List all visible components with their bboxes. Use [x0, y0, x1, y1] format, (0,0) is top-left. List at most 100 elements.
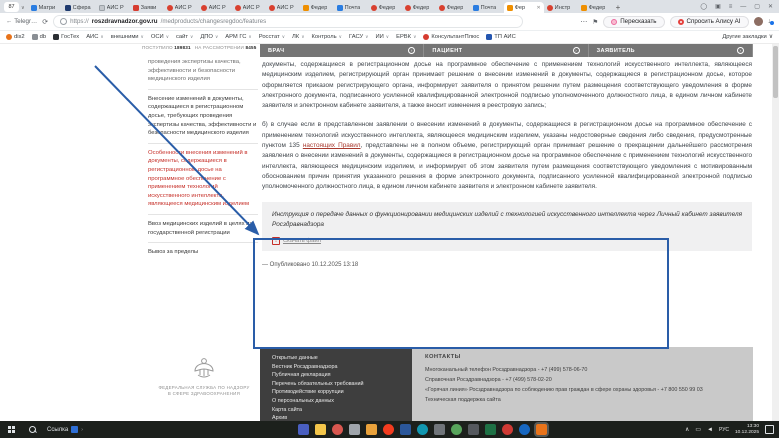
browser-tab[interactable]: Федер: [402, 2, 436, 13]
start-button[interactable]: [8, 426, 15, 433]
sidebar-item[interactable]: Вывоз за пределы: [148, 242, 258, 262]
footer-link[interactable]: О персональных данных: [272, 397, 400, 406]
browser-panels-icon[interactable]: ▣: [715, 3, 721, 10]
notifications-icon[interactable]: [765, 425, 774, 434]
profile-avatar[interactable]: [753, 17, 763, 26]
bookmark-item[interactable]: db: [31, 34, 46, 40]
bookmark-item[interactable]: Контроль ∨: [311, 34, 341, 40]
bookmark-item[interactable]: АИС ∨: [86, 34, 104, 40]
folder-window-icon[interactable]: [366, 424, 377, 435]
bookmark-item[interactable]: Росстат ∨: [259, 34, 285, 40]
sidebar-item[interactable]: Внесение изменений в документы, содержащ…: [148, 88, 258, 143]
footer-link[interactable]: Открытые данные: [272, 354, 400, 363]
browser-tab[interactable]: АИС Р: [198, 2, 232, 13]
downloads-icon[interactable]: ↓: [768, 18, 774, 25]
bookmark-flag-icon[interactable]: ⚑: [592, 18, 598, 26]
browser-profile-icon[interactable]: ◯: [700, 3, 707, 10]
bookmark-item[interactable]: ГАСУ ∨: [349, 34, 368, 40]
browser-tab[interactable]: Почта: [334, 2, 368, 13]
chrome-icon[interactable]: [451, 424, 462, 435]
bookmark-item[interactable]: ДПО ∨: [200, 34, 218, 40]
browser-tab[interactable]: Матри: [28, 2, 62, 13]
browser-tab[interactable]: АИС Р: [266, 2, 300, 13]
browser-tab[interactable]: Инстр: [544, 2, 578, 13]
browser-tab[interactable]: АИС Р: [164, 2, 198, 13]
browser-tab[interactable]: Фер ✕: [503, 2, 544, 13]
network-icon[interactable]: ▭: [695, 426, 701, 433]
taskbar-apps: [298, 421, 549, 438]
browser-menu-icon[interactable]: ≡: [729, 4, 733, 10]
browser-tab[interactable]: АИС Р: [96, 2, 130, 13]
reload-icon[interactable]: ⟳: [42, 18, 48, 26]
address-bar[interactable]: https://roszdravnadzor.gov.ru/medproduct…: [53, 15, 524, 28]
footer-link[interactable]: Перечень обязательных требований: [272, 380, 400, 389]
footer-link[interactable]: Публичная декларация: [272, 371, 400, 380]
browser-tab[interactable]: Сфера: [62, 2, 96, 13]
app-dark-icon[interactable]: [468, 424, 479, 435]
taskbar-search-item[interactable]: Ссылка ›: [47, 426, 83, 433]
snip-tool-icon[interactable]: [534, 422, 549, 437]
language-indicator[interactable]: РУС: [719, 427, 729, 433]
bookmark-item[interactable]: сайт ∨: [176, 34, 193, 40]
browser-tab[interactable]: Заяви: [130, 2, 164, 13]
notepad-icon[interactable]: [434, 424, 445, 435]
retell-button[interactable]: Пересказать: [603, 15, 665, 28]
site-info-icon[interactable]: [60, 18, 68, 25]
ask-alice-button[interactable]: Спросить Алису AI: [669, 15, 749, 28]
bookmark-item[interactable]: dis2: [6, 34, 25, 40]
browser-tab[interactable]: Федер: [436, 2, 470, 13]
bookmark-item[interactable]: АРМ ГС ∨: [225, 34, 251, 40]
bookmark-item[interactable]: ОСИ ∨: [151, 34, 169, 40]
page-scrollbar[interactable]: [772, 44, 779, 421]
audience-nav-item[interactable]: ПАЦИЕНТ ›: [424, 44, 589, 57]
browser-tab[interactable]: АИС Р: [232, 2, 266, 13]
browser-tab[interactable]: Федер: [578, 2, 612, 13]
rules-link[interactable]: настоящих Правил: [303, 142, 361, 149]
footer-link[interactable]: Карта сайта: [272, 406, 400, 415]
browser-tab[interactable]: Федер: [300, 2, 334, 13]
bookmark-item[interactable]: ЛК ∨: [292, 34, 304, 40]
footer-link[interactable]: Вестник Росздравнадзора: [272, 363, 400, 372]
sidebar-item[interactable]: Ввоз медицинских изделий в целях их госу…: [148, 213, 258, 242]
app-blue-icon[interactable]: [298, 424, 309, 435]
new-tab-button[interactable]: +: [616, 3, 621, 12]
browser-tab[interactable]: Почта: [470, 2, 504, 13]
tab-close-icon[interactable]: ✕: [536, 5, 540, 11]
file-explorer-icon[interactable]: [315, 424, 326, 435]
window-close-button[interactable]: ✕: [768, 3, 773, 10]
bookmark-item[interactable]: КонсультантПлюс: [423, 34, 479, 40]
bookmark-item[interactable]: ЕРВК ∨: [396, 34, 416, 40]
opera-icon[interactable]: [502, 424, 513, 435]
sidebar-item[interactable]: проведения экспертизы качества, эффектив…: [148, 58, 258, 89]
scrollbar-thumb[interactable]: [773, 46, 778, 98]
word-icon[interactable]: [400, 424, 411, 435]
tab-count-button[interactable]: 87: [4, 2, 19, 12]
sidebar-item[interactable]: Особенности внесения изменений в докумен…: [148, 142, 258, 214]
tray-expand-icon[interactable]: ∧: [685, 426, 689, 433]
clock[interactable]: 13:30 10.12.2025: [735, 424, 759, 435]
download-file-link[interactable]: ↓ Скачать файл: [272, 237, 742, 246]
footer-link[interactable]: Противодействие коррупции: [272, 388, 400, 397]
edge-icon[interactable]: [417, 424, 428, 435]
more-icon[interactable]: ⋯: [580, 18, 587, 26]
back-button[interactable]: ← Telegr…: [6, 18, 37, 25]
search-icon[interactable]: [29, 425, 37, 434]
window-maximize-button[interactable]: ▢: [754, 3, 760, 10]
bookmark-item[interactable]: ИИ ∨: [375, 34, 389, 40]
audience-nav-item[interactable]: ЗАЯВИТЕЛЬ ›: [589, 44, 753, 57]
yandex-browser-icon[interactable]: [383, 424, 394, 435]
footer-link[interactable]: Архив: [272, 414, 400, 421]
paint-icon[interactable]: [332, 424, 343, 435]
app-blue-circle-icon[interactable]: [519, 424, 530, 435]
excel-icon[interactable]: [485, 424, 496, 435]
bookmark-item[interactable]: внешними ∨: [111, 34, 144, 40]
browser-tab[interactable]: Федер: [368, 2, 402, 13]
bookmark-item[interactable]: ГосТех: [53, 34, 79, 40]
bookmark-item[interactable]: ТП АИС: [486, 34, 516, 40]
tab-list-caret-icon[interactable]: ∨: [21, 5, 25, 11]
audience-nav-item[interactable]: ВРАЧ ›: [260, 44, 425, 57]
app-gray-icon[interactable]: [349, 424, 360, 435]
other-bookmarks-button[interactable]: Другие закладки ∨: [722, 34, 773, 40]
volume-icon[interactable]: ◄: [707, 427, 713, 433]
window-minimize-button[interactable]: —: [740, 4, 746, 10]
